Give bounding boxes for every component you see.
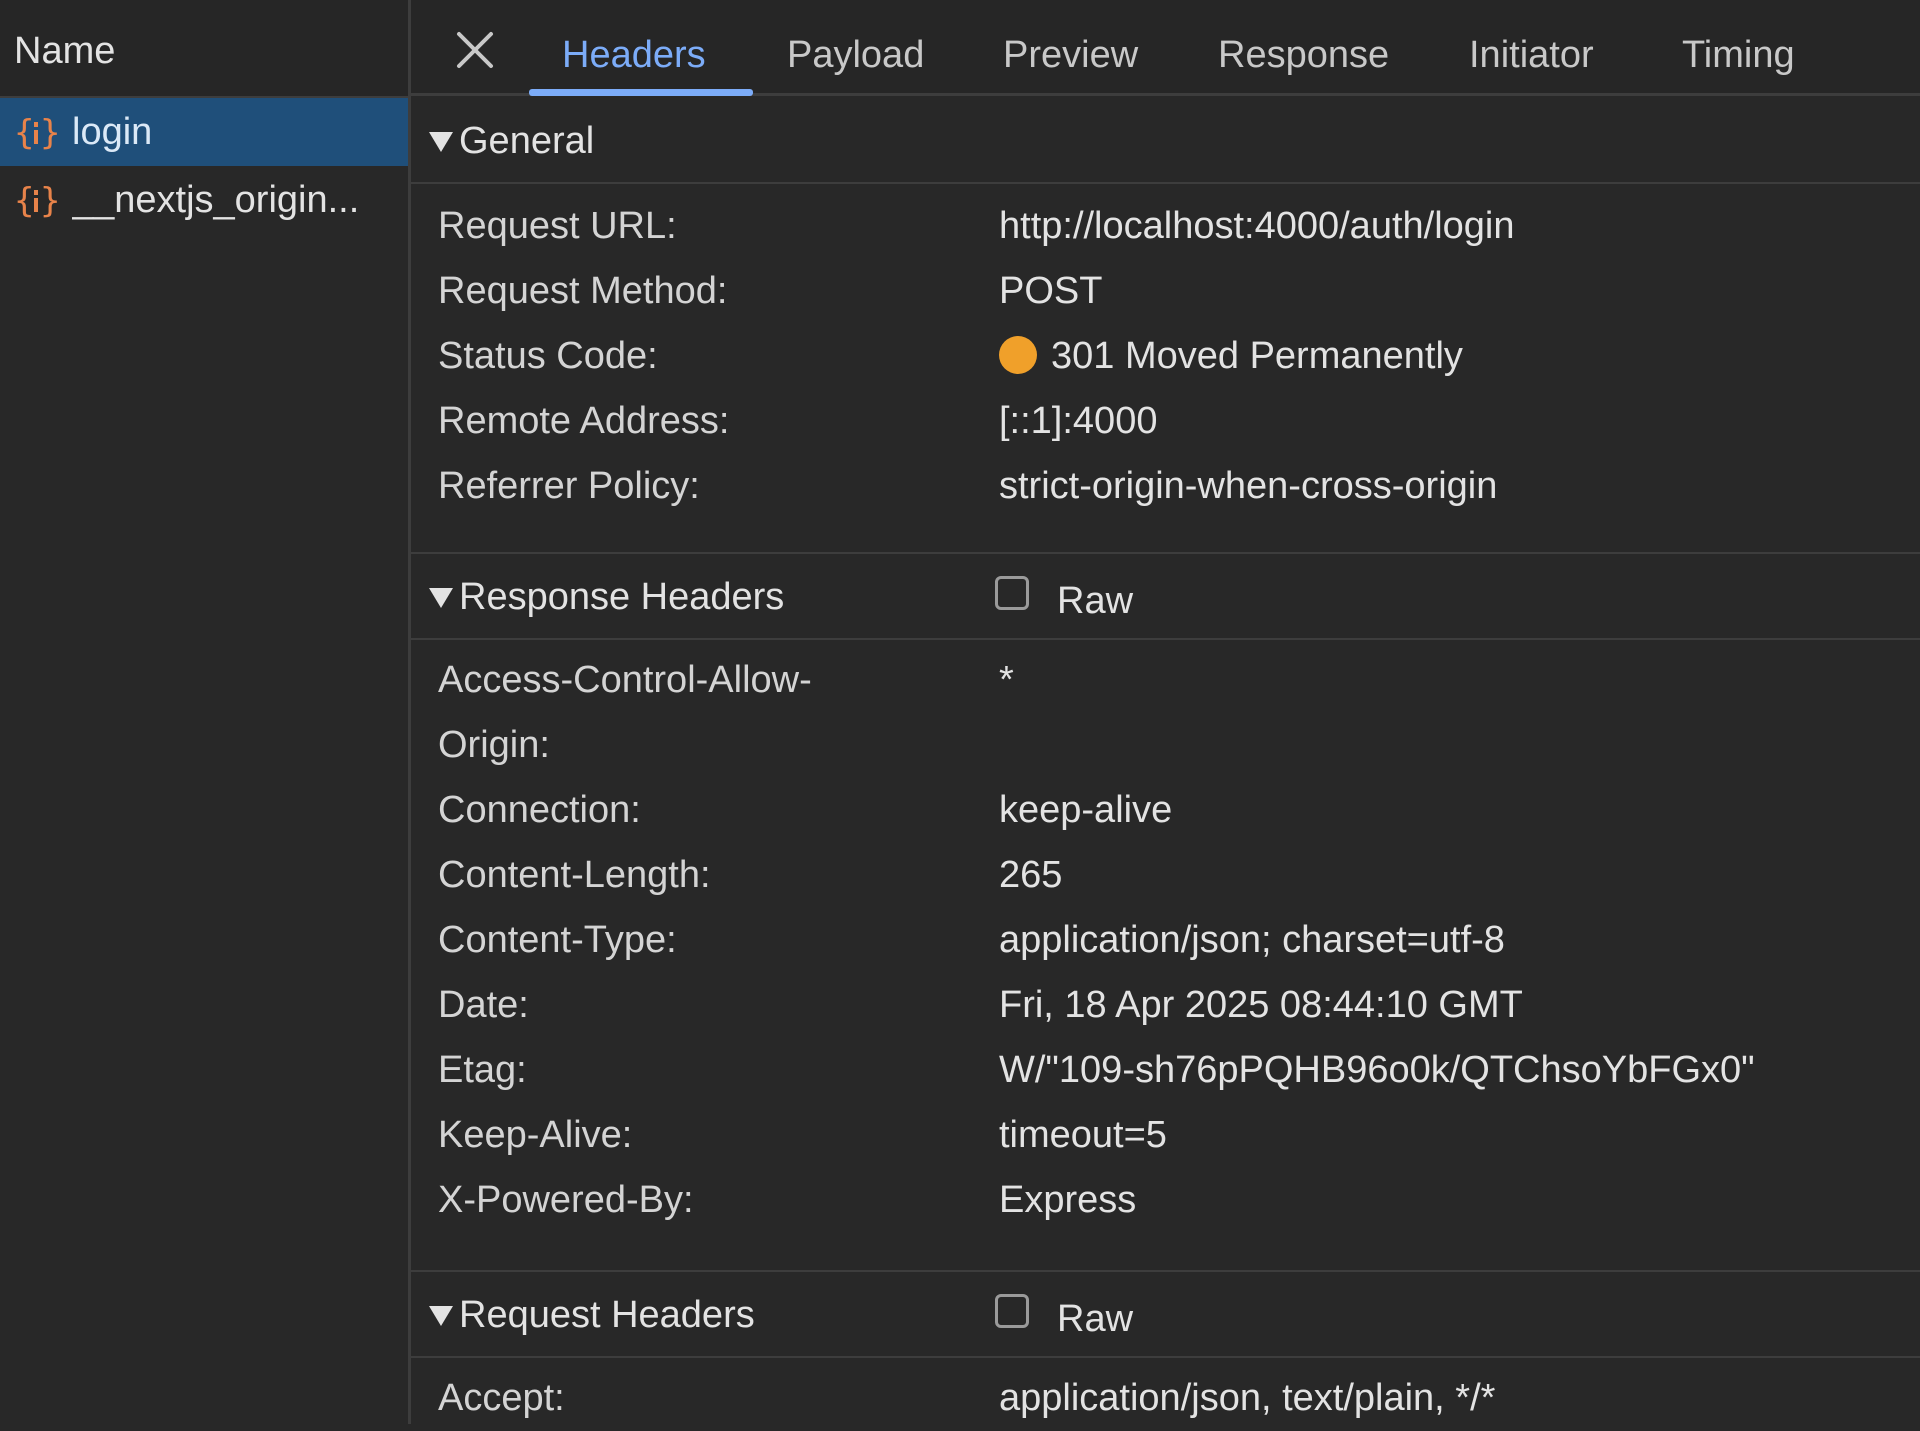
raw-label[interactable]: Raw [1057, 580, 1133, 623]
header-value[interactable]: W/"109-sh76pPQHB96o0k/QTChsoYbFGx0" [999, 1038, 1755, 1103]
fetch-braces-icon: { } [14, 181, 58, 220]
svg-text:}: } [40, 181, 58, 220]
header-key: Access-Control-Allow-Origin: [438, 659, 812, 766]
header-value[interactable]: POST [999, 259, 1102, 324]
header-key: X-Powered-By: [438, 1179, 694, 1221]
request-name: login [72, 110, 153, 153]
header-key: Connection: [438, 789, 641, 831]
headers-panel: General Request URL: http://localhost:40… [411, 96, 1920, 1424]
triangle-down-icon[interactable] [429, 588, 453, 608]
section-title: Request Headers [459, 1294, 755, 1336]
request-list: Name { } login { } __nextjs_origin... [0, 0, 408, 1424]
header-key: Content-Length: [438, 854, 711, 896]
header-value[interactable]: timeout=5 [999, 1103, 1167, 1168]
header-key: Referrer Policy: [438, 465, 700, 507]
header-value[interactable]: Express [999, 1168, 1136, 1233]
tab-payload[interactable]: Payload [787, 34, 924, 77]
header-key: Date: [438, 984, 529, 1026]
header-key: Status Code: [438, 335, 658, 377]
fetch-braces-icon: { } [14, 113, 58, 152]
header-value[interactable]: application/json, text/plain, */* [999, 1366, 1495, 1431]
header-key: Request Method: [438, 270, 728, 312]
header-value[interactable]: Fri, 18 Apr 2025 08:44:10 GMT [999, 973, 1523, 1038]
tab-preview[interactable]: Preview [1003, 34, 1138, 77]
request-list-header: Name [0, 0, 408, 98]
section-title: General [459, 120, 595, 162]
active-tab-indicator [529, 89, 753, 96]
header-key: Request URL: [438, 205, 677, 247]
close-icon[interactable] [455, 30, 495, 70]
header-key: Keep-Alive: [438, 1114, 633, 1156]
header-key: Content-Type: [438, 919, 677, 961]
raw-checkbox[interactable] [995, 576, 1029, 610]
status-text: 301 Moved Permanently [1051, 335, 1463, 377]
name-column-header[interactable]: Name [14, 30, 115, 73]
status-code-value[interactable]: 301 Moved Permanently [999, 324, 1463, 389]
header-value[interactable]: * [999, 648, 1014, 713]
header-key: Remote Address: [438, 400, 730, 442]
header-value[interactable]: [::1]:4000 [999, 389, 1157, 454]
response-headers-section-header[interactable]: Response Headers Raw [411, 552, 1920, 640]
request-name: __nextjs_origin... [72, 178, 360, 221]
tab-headers[interactable]: Headers [562, 34, 706, 77]
tab-response[interactable]: Response [1218, 34, 1389, 77]
header-value[interactable]: http://localhost:4000/auth/login [999, 194, 1515, 259]
triangle-down-icon[interactable] [429, 1306, 453, 1326]
svg-text:{: { [14, 181, 34, 220]
tab-timing[interactable]: Timing [1682, 34, 1795, 77]
header-key: Accept: [438, 1377, 565, 1419]
svg-text:{: { [14, 113, 34, 152]
svg-text:}: } [40, 113, 58, 152]
tab-initiator[interactable]: Initiator [1469, 34, 1594, 77]
request-row-login[interactable]: { } login [0, 98, 408, 166]
header-value[interactable]: keep-alive [999, 778, 1172, 843]
section-title: Response Headers [459, 576, 785, 618]
triangle-down-icon[interactable] [429, 132, 453, 152]
header-key: Etag: [438, 1049, 527, 1091]
raw-checkbox[interactable] [995, 1294, 1029, 1328]
request-row-nextjs-origin[interactable]: { } __nextjs_origin... [0, 166, 408, 234]
request-headers-section-header[interactable]: Request Headers Raw [411, 1270, 1920, 1358]
general-section-header[interactable]: General [411, 96, 1920, 184]
header-value[interactable]: 265 [999, 843, 1062, 908]
detail-tabbar: Headers Payload Preview Response Initiat… [411, 0, 1920, 96]
header-value[interactable]: application/json; charset=utf-8 [999, 908, 1505, 973]
header-value[interactable]: strict-origin-when-cross-origin [999, 454, 1497, 519]
status-dot-icon [999, 336, 1037, 374]
raw-label[interactable]: Raw [1057, 1298, 1133, 1341]
